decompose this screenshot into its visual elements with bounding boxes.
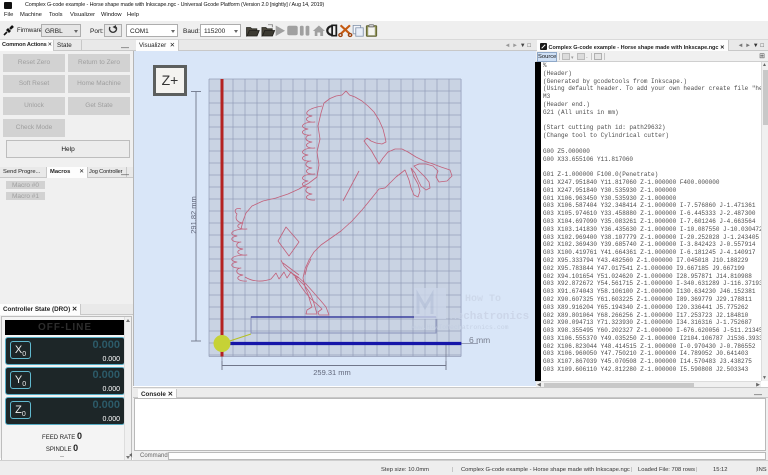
svg-text:6 mm: 6 mm	[469, 335, 490, 345]
svg-text:www.HowToMechatronics.com: www.HowToMechatronics.com	[411, 324, 509, 331]
svg-text:259.31 mm: 259.31 mm	[313, 368, 351, 377]
svg-text:How To: How To	[465, 294, 501, 305]
svg-text:Mechatronics: Mechatronics	[450, 311, 529, 323]
svg-text:291.82 mm: 291.82 mm	[189, 196, 198, 234]
